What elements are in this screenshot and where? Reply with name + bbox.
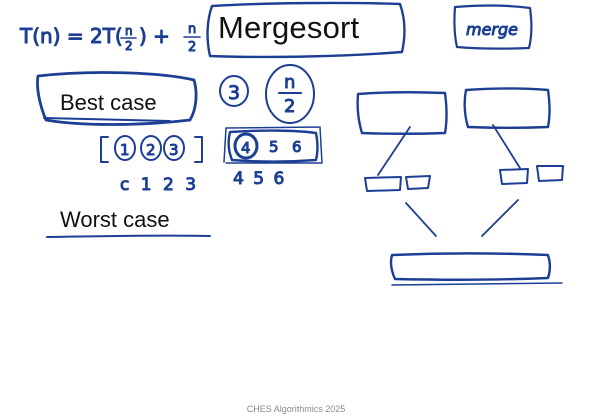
recurrence-frac-den: 2 [125, 39, 133, 53]
left-bracket-close [194, 136, 203, 163]
circled-three: 3 [228, 82, 240, 104]
left-bracket-open [100, 136, 109, 163]
right-indices: 4 5 6 [233, 169, 286, 189]
slide-title: Mergesort [218, 10, 360, 45]
n-over-two-den: 2 [284, 96, 295, 117]
right-item-6: 6 [292, 138, 302, 156]
left-item-3: 3 [169, 141, 179, 159]
left-indices: c 1 2 3 [120, 175, 199, 195]
worst-case-underline [46, 234, 211, 238]
tree-box-left [356, 91, 448, 135]
tree-box-right [463, 87, 551, 129]
recurrence-plus-num: n [188, 22, 196, 37]
tree-leaf-3 [499, 168, 529, 185]
merge-label: merge [466, 20, 518, 39]
tree-merged-box [389, 252, 552, 281]
recurrence-lhs: T(n) = 2T( [19, 24, 123, 48]
tree-edge-3 [405, 202, 437, 237]
recurrence-plus-den: 2 [188, 40, 196, 55]
n-over-two-num: n [284, 72, 295, 93]
best-case-heading: Best case [60, 90, 157, 115]
right-item-4: 4 [241, 139, 251, 157]
best-case-underline [43, 117, 171, 122]
tree-leaf-2 [405, 175, 431, 190]
worst-case-heading: Worst case [60, 207, 170, 232]
left-item-1: 1 [120, 141, 130, 159]
recurrence-tail: ) + [139, 24, 170, 48]
right-item-5: 5 [269, 138, 279, 156]
tree-edge-4 [481, 199, 519, 237]
slide-footer: CHES Algorithmics 2025 [246, 404, 346, 414]
tree-merged-underline [391, 282, 563, 286]
recurrence-frac-num: n [125, 24, 133, 38]
left-item-2: 2 [146, 141, 156, 159]
tree-leaf-4 [536, 165, 564, 182]
tree-edge-2 [492, 124, 521, 169]
tree-leaf-1 [364, 176, 402, 192]
